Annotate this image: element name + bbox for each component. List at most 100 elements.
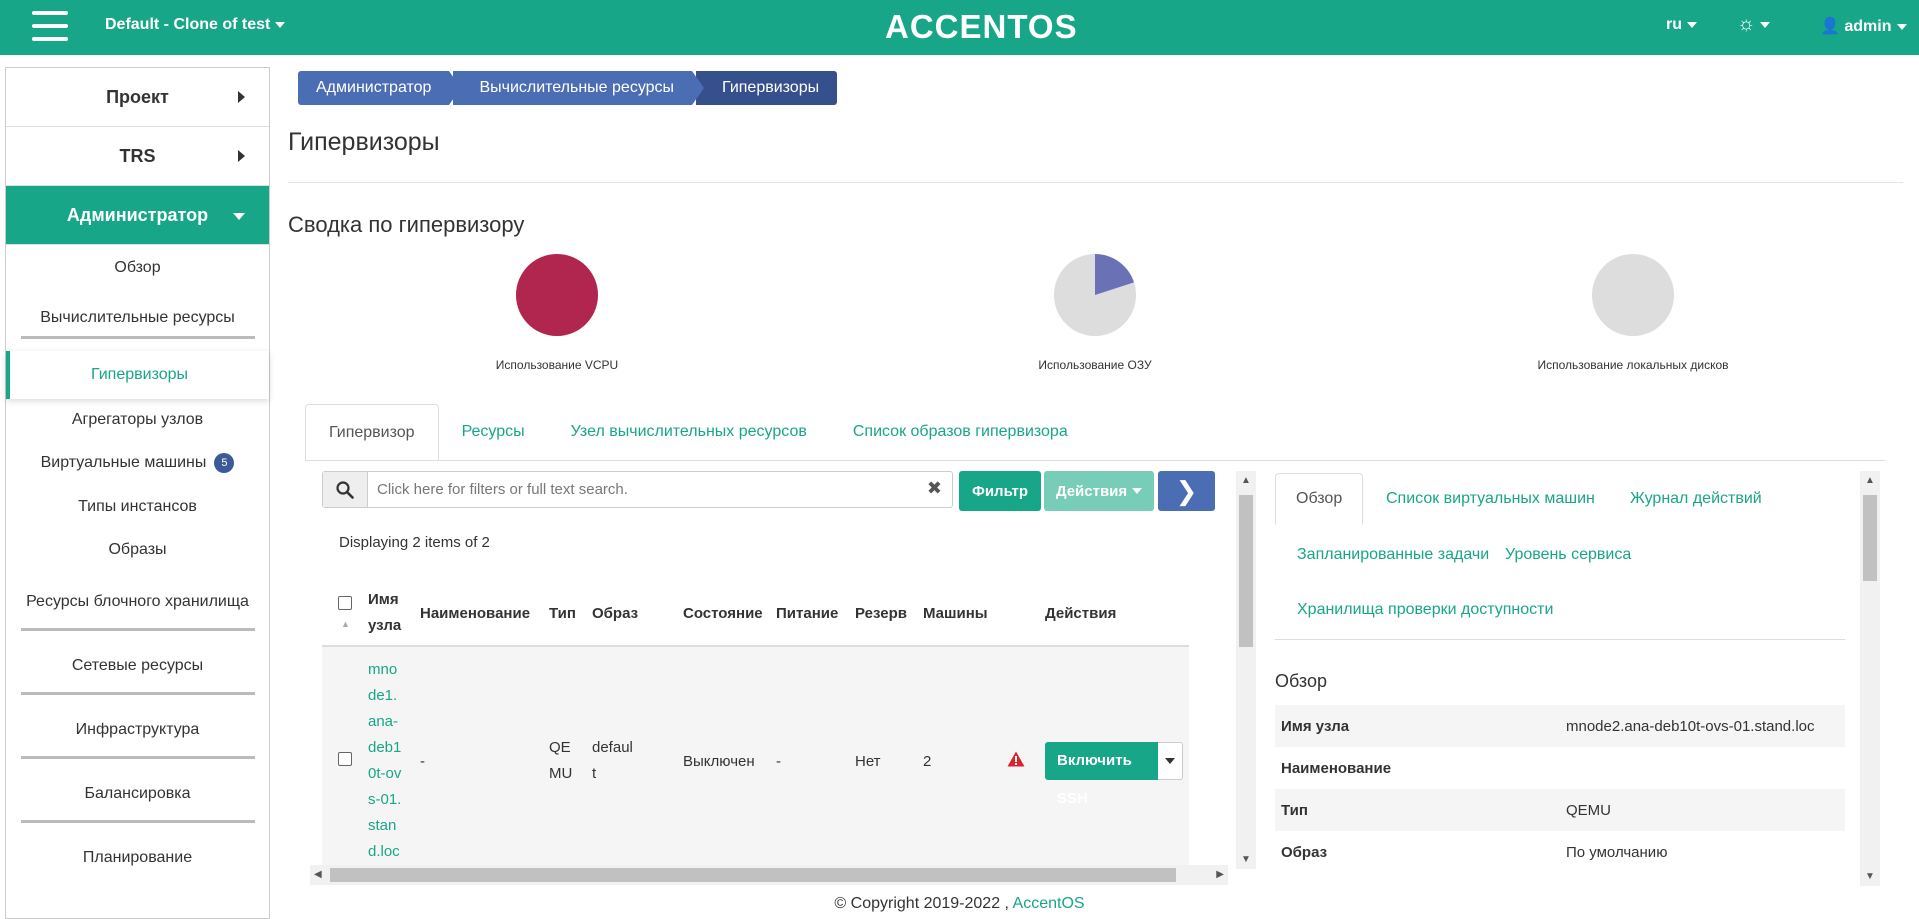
footer-link[interactable]: AccentOS	[1013, 895, 1085, 912]
clear-icon[interactable]: ✖	[927, 478, 942, 499]
sidebar-item-vms[interactable]: Виртуальные машины 5	[6, 441, 269, 485]
sidebar-item-block-storage[interactable]: Ресурсы блочного хранилища	[6, 571, 269, 631]
scrollbar-thumb[interactable]	[1863, 495, 1877, 581]
col-header-machines[interactable]: Машины	[917, 581, 1001, 647]
name-cell: -	[414, 646, 543, 875]
detail-tab-scheduled-tasks[interactable]: Запланированные задачи	[1297, 546, 1489, 564]
warning-icon	[1007, 751, 1025, 767]
tab-compute-node[interactable]: Узел вычислительных ресурсов	[548, 404, 830, 461]
host-link[interactable]: mnode1.ana-deb10t-ovs-01.stand.loc	[368, 657, 404, 865]
tab-image-list[interactable]: Список образов гипервизора	[830, 404, 1091, 461]
detail-tab-availability-storage[interactable]: Хранилища проверки доступности	[1297, 601, 1553, 619]
menu-icon[interactable]	[32, 11, 68, 41]
sidebar-item-label: Обзор	[114, 259, 161, 276]
sidebar-item-label: Типы инстансов	[78, 498, 197, 515]
col-header-type[interactable]: Тип	[543, 581, 586, 647]
sidebar-item-infrastructure[interactable]: Инфраструктура	[6, 695, 269, 759]
actions-button[interactable]: Действия	[1044, 471, 1154, 511]
col-header-power[interactable]: Питание	[770, 581, 849, 647]
scroll-down-icon[interactable]: ▼	[1865, 871, 1875, 882]
sidebar-item-label: Сетевые ресурсы	[71, 657, 204, 674]
scroll-up-icon[interactable]: ▲	[1865, 475, 1875, 486]
chevron-down-icon	[1760, 21, 1771, 28]
copyright-text: © Copyright 2019-2022 ,	[834, 895, 1009, 912]
col-header-image[interactable]: Образ	[586, 581, 677, 647]
sidebar-item-balancing[interactable]: Балансировка	[6, 759, 269, 823]
hypervisor-detail-pane: Обзор Список виртуальных машин Журнал де…	[1275, 471, 1845, 886]
breadcrumb-admin[interactable]: Администратор	[298, 71, 462, 105]
select-all-checkbox[interactable]	[338, 595, 352, 610]
row-checkbox[interactable]	[338, 752, 352, 766]
sidebar-item-compute[interactable]: Вычислительные ресурсы	[6, 291, 269, 339]
disk-pie	[1592, 254, 1674, 336]
col-header-reserve[interactable]: Резерв	[849, 581, 917, 647]
enable-ssh-button[interactable]: Включить SSH	[1045, 742, 1159, 807]
divider	[305, 460, 1885, 461]
sidebar-group-trs[interactable]: TRS	[6, 127, 269, 186]
scrollbar-thumb[interactable]	[330, 868, 1176, 882]
scroll-up-icon[interactable]: ▲	[1241, 475, 1251, 486]
scroll-left-icon[interactable]: ◀	[314, 869, 322, 880]
summary-title: Сводка по гипервизору	[288, 212, 525, 237]
chevron-down-icon	[1165, 758, 1176, 764]
sidebar-item-label: Инфраструктура	[75, 721, 200, 738]
detail-tab-action-log[interactable]: Журнал действий	[1630, 490, 1762, 508]
project-switcher[interactable]: Default - Clone of test	[105, 16, 286, 34]
tab-hypervisor[interactable]: Гипервизор	[305, 404, 439, 461]
row-actions-dropdown[interactable]	[1158, 742, 1183, 780]
scroll-down-icon[interactable]: ▼	[1241, 854, 1251, 865]
scroll-right-icon[interactable]: ▶	[1216, 869, 1224, 880]
search-icon[interactable]	[323, 472, 368, 507]
col-header-state[interactable]: Состояние	[677, 581, 770, 647]
tab-resources[interactable]: Ресурсы	[439, 404, 548, 461]
search-input[interactable]	[369, 472, 914, 507]
sidebar-item-aggregates[interactable]: Агрегаторы узлов	[6, 399, 269, 441]
scrollbar-thumb[interactable]	[1239, 495, 1253, 647]
state-cell: Выключен	[677, 646, 770, 875]
sidebar-item-overview[interactable]: Обзор	[6, 245, 269, 291]
filter-button[interactable]: Фильтр	[959, 471, 1041, 511]
ram-usage-chart: Использование ОЗУ	[995, 253, 1195, 372]
theme-switcher[interactable]: ☼	[1737, 13, 1771, 36]
machines-cell: 2	[917, 646, 1001, 875]
breadcrumb-compute[interactable]: Вычислительные ресурсы	[453, 71, 704, 105]
language-switcher[interactable]: ru	[1666, 16, 1697, 34]
user-menu[interactable]: 👤 admin	[1820, 16, 1907, 36]
detail-row: Тип QEMU	[1275, 789, 1845, 831]
type-value: QEMU	[549, 739, 573, 782]
power-cell: -	[770, 646, 849, 875]
sidebar-item-label: Ресурсы блочного хранилища	[26, 593, 249, 610]
col-header-host[interactable]: Имя узла	[362, 581, 414, 647]
detail-tab-vm-list[interactable]: Список виртуальных машин	[1386, 490, 1595, 508]
col-header-actions: Действия	[1039, 581, 1189, 647]
next-button[interactable]: ❯	[1158, 471, 1215, 511]
table-vertical-scrollbar[interactable]: ▲ ▼	[1236, 471, 1256, 869]
detail-row: Образ По умолчанию	[1275, 831, 1845, 873]
detail-row: Наименование	[1275, 747, 1845, 789]
detail-vertical-scrollbar[interactable]: ▲ ▼	[1860, 471, 1880, 886]
sort-icon[interactable]: ▲	[341, 619, 350, 629]
sidebar-group-project[interactable]: Проект	[6, 68, 269, 127]
sidebar-item-flavors[interactable]: Типы инстансов	[6, 485, 269, 529]
detail-value: По умолчанию	[1566, 843, 1668, 861]
sidebar-group-label: Проект	[106, 86, 169, 107]
actions-cell: Включить SSH	[1039, 646, 1189, 875]
disk-usage-chart: Использование локальных дисков	[1513, 253, 1753, 372]
sidebar-item-hypervisors[interactable]: Гипервизоры	[6, 351, 269, 399]
chart-label: Использование ОЗУ	[1038, 358, 1152, 372]
sidebar-item-planning[interactable]: Планирование	[6, 823, 269, 887]
detail-tab-overview[interactable]: Обзор	[1275, 473, 1364, 525]
language-label: ru	[1666, 16, 1682, 33]
top-bar: Default - Clone of test ACCENTOS ru ☼ 👤 …	[0, 0, 1919, 55]
sidebar-item-images[interactable]: Образы	[6, 529, 269, 571]
sidebar-item-network[interactable]: Сетевые ресурсы	[6, 631, 269, 695]
sidebar-item-label: Планирование	[82, 849, 193, 866]
sidebar-group-admin[interactable]: Администратор	[6, 186, 269, 245]
sidebar-item-label: Виртуальные машины	[40, 454, 207, 472]
detail-key: Образ	[1281, 843, 1328, 861]
item-count: Displaying 2 items of 2	[339, 534, 490, 551]
col-header-name[interactable]: Наименование	[414, 581, 543, 647]
detail-value: QEMU	[1566, 801, 1611, 819]
table-horizontal-scrollbar[interactable]: ◀ ▶	[310, 865, 1228, 885]
detail-tab-service-level[interactable]: Уровень сервиса	[1505, 546, 1631, 564]
